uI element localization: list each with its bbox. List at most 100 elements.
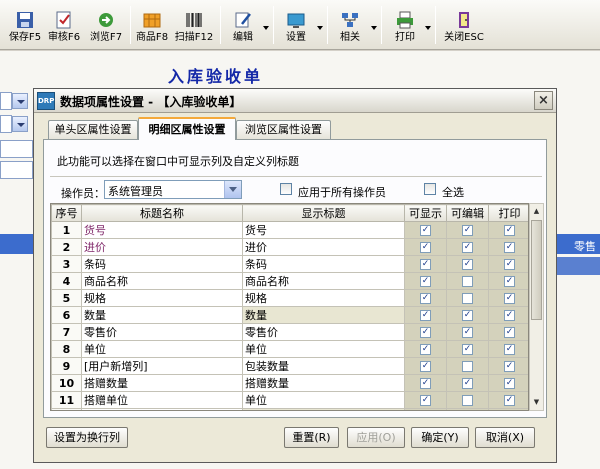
table-row[interactable]: 6 数量 数量 ✓ ✓ ✓: [51, 306, 528, 324]
edit-checkbox[interactable]: ✓: [462, 225, 473, 236]
apply-button[interactable]: 应用(O): [347, 427, 405, 448]
edit-dropdown-arrow[interactable]: [263, 26, 269, 30]
field-name-cell[interactable]: 搭赠数量: [81, 374, 243, 392]
display-title-cell[interactable]: 商品名称: [242, 272, 405, 290]
cancel-button[interactable]: 取消(X): [475, 427, 535, 448]
table-row[interactable]: 10 搭赠数量 搭赠数量 ✓ ✓ ✓: [51, 374, 528, 392]
select-all-checkbox[interactable]: [424, 183, 436, 195]
column-header-editable[interactable]: 可编辑: [446, 204, 489, 222]
set-wrap-column-button[interactable]: 设置为换行列: [46, 427, 128, 448]
show-checkbox[interactable]: ✓: [420, 378, 431, 389]
audit-button[interactable]: 审核F6: [45, 3, 83, 47]
grid-vertical-scrollbar[interactable]: ▲ ▼: [529, 203, 544, 411]
show-checkbox[interactable]: ✓: [420, 344, 431, 355]
dialog-titlebar[interactable]: DRP 数据项属性设置 - 【入库验收单】 ×: [34, 89, 556, 113]
print-checkbox[interactable]: ✓: [504, 225, 515, 236]
chevron-down-icon[interactable]: [224, 181, 241, 198]
table-row[interactable]: 7 零售价 零售价 ✓ ✓ ✓: [51, 323, 528, 341]
field-name-cell[interactable]: 条码: [81, 255, 243, 273]
table-row[interactable]: 1 货号 货号 ✓ ✓ ✓: [51, 221, 528, 239]
operator-select[interactable]: 系统管理员: [104, 180, 242, 199]
print-checkbox[interactable]: ✓: [504, 276, 515, 287]
field-name-cell[interactable]: [用户新增列]: [81, 357, 243, 375]
related-menu-button[interactable]: 相关: [333, 3, 367, 47]
print-checkbox[interactable]: ✓: [504, 327, 515, 338]
display-title-cell[interactable]: 货号: [242, 221, 405, 239]
field-name-cell[interactable]: 货号: [81, 221, 243, 239]
show-checkbox[interactable]: ✓: [420, 242, 431, 253]
field-name-cell[interactable]: 规格: [81, 289, 243, 307]
scroll-thumb[interactable]: [531, 220, 542, 320]
edit-checkbox[interactable]: ✓: [462, 378, 473, 389]
header-field[interactable]: [0, 115, 12, 133]
field-name-cell[interactable]: 数量: [81, 306, 243, 324]
browse-button[interactable]: 浏览F7: [86, 3, 126, 47]
edit-checkbox[interactable]: ✓: [462, 310, 473, 321]
edit-checkbox[interactable]: [462, 293, 473, 304]
print-checkbox[interactable]: ✓: [504, 310, 515, 321]
show-checkbox[interactable]: ✓: [420, 276, 431, 287]
print-checkbox[interactable]: ✓: [504, 293, 515, 304]
ok-button[interactable]: 确定(Y): [411, 427, 469, 448]
apply-all-operators-checkbox[interactable]: [280, 183, 292, 195]
edit-checkbox[interactable]: ✓: [462, 344, 473, 355]
field-name-cell[interactable]: 进价: [81, 238, 243, 256]
table-row[interactable]: 4 商品名称 商品名称 ✓ ✓: [51, 272, 528, 290]
field-name-cell[interactable]: 商品名称: [81, 272, 243, 290]
print-checkbox[interactable]: ✓: [504, 361, 515, 372]
settings-dropdown-arrow[interactable]: [317, 26, 323, 30]
column-header-visible[interactable]: 可显示: [404, 204, 447, 222]
related-dropdown-arrow[interactable]: [371, 26, 377, 30]
settings-menu-button[interactable]: 设置: [279, 3, 313, 47]
display-title-cell[interactable]: 包装数量: [242, 357, 405, 375]
tab-header-props[interactable]: 单头区属性设置: [48, 120, 138, 139]
dialog-close-button[interactable]: ×: [534, 91, 553, 110]
save-button[interactable]: 保存F5: [6, 3, 44, 47]
column-header-print[interactable]: 打印: [488, 204, 528, 222]
show-checkbox[interactable]: ✓: [420, 327, 431, 338]
display-title-cell[interactable]: 规格: [242, 289, 405, 307]
edit-checkbox[interactable]: [462, 276, 473, 287]
print-checkbox[interactable]: ✓: [504, 378, 515, 389]
table-row[interactable]: 12进货金额进货金额✓✓✓: [51, 408, 528, 410]
table-row[interactable]: 9 [用户新增列] 包装数量 ✓ ✓: [51, 357, 528, 375]
print-menu-button[interactable]: 打印: [388, 3, 422, 47]
header-field[interactable]: [0, 140, 33, 158]
table-row[interactable]: 11 搭赠单位 单位 ✓ ✓: [51, 391, 528, 409]
product-button[interactable]: 商品F8: [133, 3, 171, 47]
print-checkbox[interactable]: ✓: [504, 259, 515, 270]
show-checkbox[interactable]: ✓: [420, 361, 431, 372]
tab-browse-props[interactable]: 浏览区属性设置: [236, 120, 331, 139]
print-checkbox[interactable]: ✓: [504, 344, 515, 355]
column-header-name[interactable]: 标题名称: [81, 204, 243, 222]
display-title-cell[interactable]: 进货金额: [242, 408, 405, 410]
field-name-cell[interactable]: 零售价: [81, 323, 243, 341]
display-title-cell[interactable]: 单位: [242, 391, 405, 409]
edit-checkbox[interactable]: [462, 395, 473, 406]
print-checkbox[interactable]: ✓: [504, 395, 515, 406]
table-row[interactable]: 8 单位 单位 ✓ ✓ ✓: [51, 340, 528, 358]
header-field[interactable]: [0, 92, 12, 110]
display-title-cell[interactable]: 进价: [242, 238, 405, 256]
edit-checkbox[interactable]: ✓: [462, 327, 473, 338]
edit-menu-button[interactable]: 编辑: [226, 3, 260, 47]
show-checkbox[interactable]: ✓: [420, 259, 431, 270]
scan-button[interactable]: 扫描F12: [172, 3, 216, 47]
show-checkbox[interactable]: ✓: [420, 225, 431, 236]
print-checkbox[interactable]: ✓: [504, 242, 515, 253]
show-checkbox[interactable]: ✓: [420, 310, 431, 321]
show-checkbox[interactable]: ✓: [420, 293, 431, 304]
close-button[interactable]: 关闭ESC: [442, 3, 486, 47]
field-name-cell[interactable]: 进货金额: [81, 408, 243, 410]
field-name-cell[interactable]: 搭赠单位: [81, 391, 243, 409]
edit-checkbox[interactable]: [462, 361, 473, 372]
column-header-index[interactable]: 序号: [51, 204, 82, 222]
header-field[interactable]: [0, 161, 33, 179]
show-checkbox[interactable]: ✓: [420, 395, 431, 406]
reset-button[interactable]: 重置(R): [284, 427, 339, 448]
display-title-cell[interactable]: 零售价: [242, 323, 405, 341]
table-row[interactable]: 3 条码 条码 ✓ ✓ ✓: [51, 255, 528, 273]
header-field-dropdown-arrow[interactable]: [12, 93, 28, 109]
print-dropdown-arrow[interactable]: [425, 26, 431, 30]
column-header-display[interactable]: 显示标题: [242, 204, 405, 222]
